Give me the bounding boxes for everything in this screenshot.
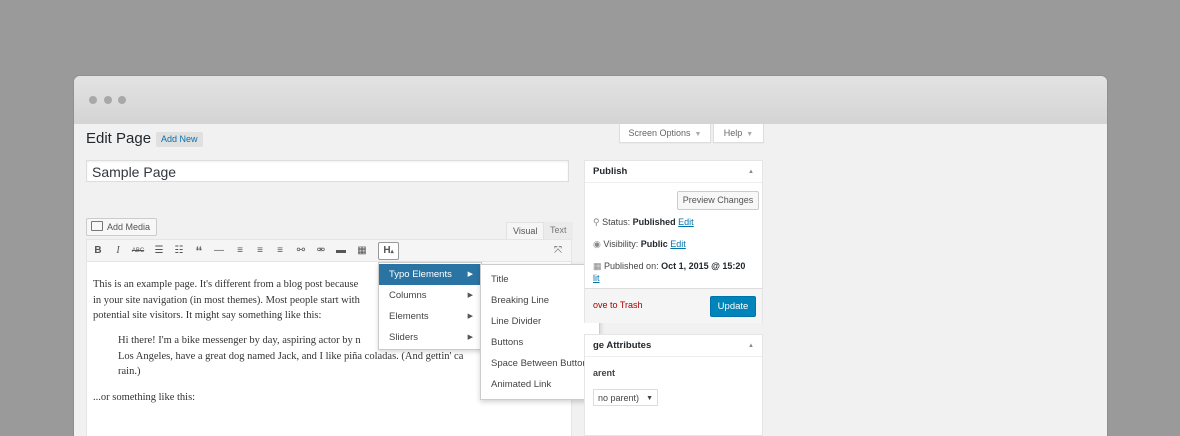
help-label: Help xyxy=(723,128,743,138)
tab-visual[interactable]: Visual xyxy=(506,222,545,240)
parent-select[interactable]: no parent) ▼ xyxy=(593,389,658,406)
publish-actions: ove to Trash Update xyxy=(585,288,762,323)
paragraph-line: ...or something like this: xyxy=(93,392,196,403)
browser-window: Screen Options ▼ Help ▼ Edit Page Add New … xyxy=(74,76,1107,436)
toolbar-toggle-icon[interactable]: ▦ xyxy=(354,243,370,259)
submenu-item-breaking-line[interactable]: Breaking Line xyxy=(491,294,549,308)
post-title-input[interactable]: Sample Page xyxy=(86,160,569,182)
edit-status-link[interactable]: Edit xyxy=(678,217,694,227)
visibility-row: ◉ Visibility: Public Edit xyxy=(593,238,686,250)
add-new-button[interactable]: Add New xyxy=(156,132,203,147)
chevron-right-icon: ▶ xyxy=(467,292,473,299)
window-minimize-dot[interactable] xyxy=(104,96,112,104)
publish-heading: Publish xyxy=(593,166,628,177)
visibility-value: Public xyxy=(640,239,668,249)
blockquote-icon[interactable]: “ xyxy=(191,243,207,259)
chevron-right-icon: ▶ xyxy=(467,334,473,341)
window-close-dot[interactable] xyxy=(89,96,97,104)
bullet-list-icon[interactable]: ☰ xyxy=(151,243,167,259)
menu-item-typo-elements[interactable]: Typo Elements ▶ xyxy=(379,264,481,285)
paragraph-line: potential site visitors. It might say so… xyxy=(93,310,322,321)
status-label: Status: xyxy=(602,217,631,227)
screen-options-label: Screen Options xyxy=(628,128,691,138)
horizontal-line-icon[interactable]: — xyxy=(211,243,227,259)
read-more-icon[interactable]: ▬ xyxy=(333,243,349,259)
parent-label: arent xyxy=(593,368,616,378)
publish-box: Publish ▲ Preview Changes ⚲ Status: Publi… xyxy=(584,160,763,323)
heading-dropdown-menu: Typo Elements ▶ Columns ▶ Elements ▶ Slider… xyxy=(378,262,482,350)
paragraph-line: This is an example page. It's different … xyxy=(93,279,359,290)
move-to-trash-link[interactable]: ove to Trash xyxy=(593,300,643,310)
page-attributes-box: ge Attributes ▲ arent no parent) ▼ xyxy=(584,334,763,436)
published-on-value: Oct 1, 2015 @ 15:20 xyxy=(661,261,746,271)
help-tab[interactable]: Help ▼ xyxy=(713,124,764,143)
submenu-item-animated-link[interactable]: Animated Link xyxy=(491,378,551,392)
typo-elements-submenu: Title Breaking Line Line Divider Buttons… xyxy=(480,264,600,400)
editor-toolbar: B I ABC ☰ ☷ “ — ≡ ≡ ≡ ⚯ ⚮ ▬ ▦ H▴ ⤧ xyxy=(86,239,572,262)
menu-item-sliders[interactable]: Sliders ▶ xyxy=(379,327,481,348)
menu-item-label: Columns xyxy=(389,290,427,301)
chevron-right-icon: ▶ xyxy=(467,313,473,320)
add-media-button[interactable]: Add Media xyxy=(86,218,158,236)
page-title: Edit Page xyxy=(86,130,152,147)
quote-line: rain.) xyxy=(118,366,141,377)
remove-link-icon[interactable]: ⚮ xyxy=(313,243,329,259)
chevron-down-icon: ▼ xyxy=(746,131,754,138)
published-on-row: ▦ Published on: Oct 1, 2015 @ 15:20 xyxy=(593,260,745,272)
align-right-icon[interactable]: ≡ xyxy=(272,243,288,259)
collapse-arrow-icon[interactable]: ▲ xyxy=(748,161,754,183)
admin-content: Screen Options ▼ Help ▼ Edit Page Add New … xyxy=(74,124,1107,436)
status-row: ⚲ Status: Published Edit xyxy=(593,216,694,228)
window-titlebar xyxy=(74,76,1107,125)
edit-date-link[interactable]: lit xyxy=(593,273,600,283)
submenu-item-title[interactable]: Title xyxy=(491,273,509,287)
menu-item-label: Sliders xyxy=(389,332,419,343)
chevron-down-icon: ▼ xyxy=(694,131,702,138)
heading-button-label: H xyxy=(383,245,391,256)
calendar-icon: ▦ xyxy=(593,261,602,271)
submenu-item-buttons[interactable]: Buttons xyxy=(491,336,523,350)
add-media-label: Add Media xyxy=(107,222,151,232)
parent-select-value: no parent) xyxy=(598,393,640,403)
preview-changes-button[interactable]: Preview Changes xyxy=(677,191,759,210)
chevron-right-icon: ▶ xyxy=(467,271,473,278)
quote-line: Hi there! I'm a bike messenger by day, a… xyxy=(118,335,361,346)
fullscreen-icon[interactable]: ⤧ xyxy=(550,243,566,259)
collapse-arrow-icon[interactable]: ▲ xyxy=(748,335,754,357)
quote-line: Los Angeles, have a great dog named Jack… xyxy=(118,351,464,362)
menu-item-elements[interactable]: Elements ▶ xyxy=(379,306,481,327)
submenu-item-space-between-buttons[interactable]: Space Between Buttons xyxy=(491,357,592,371)
menu-item-label: Typo Elements xyxy=(389,269,452,280)
numbered-list-icon[interactable]: ☷ xyxy=(171,243,187,259)
page-attributes-heading: ge Attributes xyxy=(593,340,652,351)
window-zoom-dot[interactable] xyxy=(118,96,126,104)
pin-icon: ⚲ xyxy=(593,217,600,227)
published-on-label: Published on: xyxy=(604,261,659,271)
publish-box-header[interactable]: Publish ▲ xyxy=(585,161,762,183)
heading-dropdown-icon[interactable]: H▴ xyxy=(378,242,399,260)
strikethrough-icon[interactable]: ABC xyxy=(130,243,146,259)
media-icon xyxy=(91,221,103,231)
eye-icon: ◉ xyxy=(593,239,601,249)
tab-text[interactable]: Text xyxy=(544,222,573,239)
screen-options-tab[interactable]: Screen Options ▼ xyxy=(619,124,711,143)
italic-icon[interactable]: I xyxy=(110,243,126,259)
visibility-label: Visibility: xyxy=(603,239,639,249)
submenu-item-line-divider[interactable]: Line Divider xyxy=(491,315,541,329)
edit-date-row: lit xyxy=(593,272,600,284)
menu-item-label: Elements xyxy=(389,311,429,322)
page-attributes-header[interactable]: ge Attributes ▲ xyxy=(585,335,762,357)
update-button[interactable]: Update xyxy=(710,296,756,317)
insert-link-icon[interactable]: ⚯ xyxy=(293,243,309,259)
align-left-icon[interactable]: ≡ xyxy=(232,243,248,259)
paragraph-line: in your site navigation (in most themes)… xyxy=(93,295,360,306)
menu-item-columns[interactable]: Columns ▶ xyxy=(379,285,481,306)
edit-visibility-link[interactable]: Edit xyxy=(670,239,686,249)
status-value: Published xyxy=(632,217,676,227)
align-center-icon[interactable]: ≡ xyxy=(252,243,268,259)
chevron-down-icon: ▼ xyxy=(646,395,653,402)
bold-icon[interactable]: B xyxy=(90,243,106,259)
